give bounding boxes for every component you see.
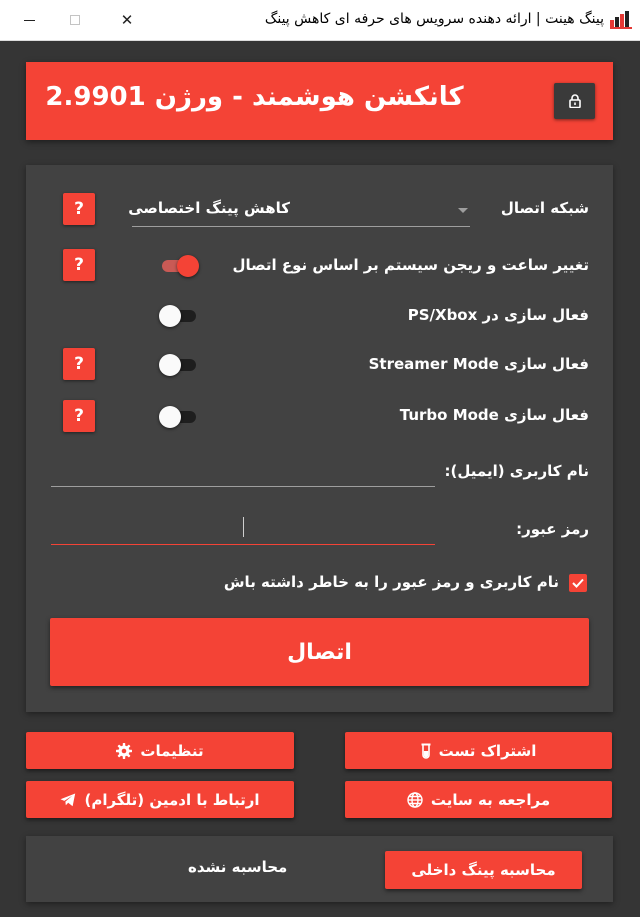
- settings-button[interactable]: تنظیمات: [26, 732, 294, 769]
- text-caret: [243, 517, 244, 537]
- window-titlebar: پینگ هینت | ارائه دهنده سرویس های حرفه ا…: [0, 0, 640, 41]
- pinghint-logo-icon: [610, 11, 632, 29]
- close-icon: ✕: [120, 11, 134, 29]
- ping-status: محاسبه نشده: [188, 858, 288, 876]
- page-title: کانکشن هوشمند - ورژن 2.9901: [45, 82, 464, 112]
- time-region-toggle[interactable]: [159, 253, 199, 277]
- password-input[interactable]: [51, 515, 435, 545]
- test-account-label: اشتراک تست: [438, 741, 537, 760]
- lock-button[interactable]: [554, 83, 595, 119]
- telegram-admin-label: ارتباط با ادمین (تلگرام): [84, 790, 260, 809]
- connect-button[interactable]: اتصال: [50, 618, 589, 686]
- remember-label: نام کاربری و رمز عبور را به خاطر داشته ب…: [223, 573, 559, 591]
- test-tube-icon: [421, 743, 431, 759]
- minimize-button[interactable]: [6, 0, 52, 40]
- header-banner: کانکشن هوشمند - ورژن 2.9901: [26, 62, 613, 140]
- network-help-button[interactable]: ?: [63, 193, 95, 225]
- ping-panel: محاسبه پینگ داخلی محاسبه نشده: [26, 836, 613, 902]
- time-region-help-button[interactable]: ?: [63, 249, 95, 281]
- time-region-label: تغییر ساعت و ریجن سیستم بر اساس نوع اتصا…: [232, 256, 589, 274]
- chevron-down-icon: [458, 208, 468, 213]
- toggle-knob: [177, 255, 199, 277]
- window-title: پینگ هینت | ارائه دهنده سرویس های حرفه ا…: [264, 11, 604, 27]
- turbo-mode-help-button[interactable]: ?: [63, 400, 95, 432]
- password-label: رمز عبور:: [516, 520, 589, 538]
- settings-label: تنظیمات: [140, 741, 204, 760]
- maximize-button[interactable]: [52, 0, 98, 40]
- streamer-mode-label: فعال سازی Streamer Mode: [368, 355, 589, 373]
- maximize-icon: [70, 15, 80, 25]
- streamer-mode-toggle[interactable]: [159, 352, 199, 376]
- minimize-icon: [23, 19, 35, 21]
- ps-xbox-toggle[interactable]: [159, 303, 199, 327]
- remember-checkbox[interactable]: [569, 574, 587, 592]
- connection-panel: شبکه اتصال کاهش پینگ اختصاصی ? تغییر ساع…: [26, 165, 613, 712]
- close-button[interactable]: ✕: [104, 0, 150, 40]
- network-select-value: کاهش پینگ اختصاصی: [128, 199, 290, 217]
- toggle-knob: [159, 305, 181, 327]
- telegram-admin-button[interactable]: ارتباط با ادمین (تلگرام): [26, 781, 294, 818]
- website-label: مراجعه به سایت: [430, 790, 551, 809]
- globe-icon: [407, 791, 423, 808]
- gear-icon: [116, 742, 133, 759]
- turbo-mode-label: فعال سازی Turbo Mode: [399, 406, 589, 424]
- website-button[interactable]: مراجعه به سایت: [345, 781, 612, 818]
- username-input[interactable]: [51, 457, 435, 487]
- checkmark-icon: [572, 578, 584, 588]
- telegram-icon: [60, 793, 76, 806]
- lock-icon: [568, 94, 581, 108]
- turbo-mode-toggle[interactable]: [159, 404, 199, 428]
- network-label: شبکه اتصال: [500, 199, 589, 217]
- test-account-button[interactable]: اشتراک تست: [345, 732, 612, 769]
- ps-xbox-label: فعال سازی در PS/Xbox: [407, 306, 589, 324]
- streamer-mode-help-button[interactable]: ?: [63, 348, 95, 380]
- toggle-knob: [159, 406, 181, 428]
- calculate-ping-button[interactable]: محاسبه پینگ داخلی: [385, 851, 582, 889]
- username-label: نام کاربری (ایمیل):: [444, 462, 589, 480]
- toggle-knob: [159, 354, 181, 376]
- network-select[interactable]: کاهش پینگ اختصاصی: [128, 193, 470, 227]
